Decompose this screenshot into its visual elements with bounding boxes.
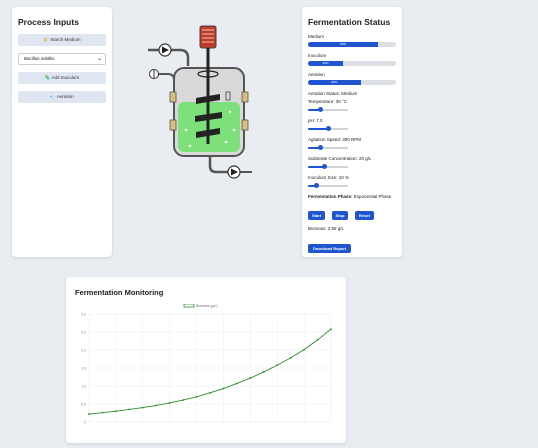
starch-icon: 🌾	[43, 37, 50, 42]
data-point	[195, 395, 198, 398]
reset-button[interactable]: Reset	[354, 211, 374, 220]
data-point	[128, 408, 131, 411]
data-point	[168, 402, 171, 404]
inoculum-size-label: Inoculum Size: 10 %	[308, 175, 350, 180]
download-report-button[interactable]: Download Report	[308, 244, 352, 253]
phase-value: Exponential Phase	[353, 194, 392, 199]
legend-label: Biomass (g/L)	[196, 304, 218, 308]
inoculum-icon: 🦠	[44, 75, 51, 80]
data-point	[303, 348, 306, 351]
y-tick-label: 2.0	[81, 348, 86, 352]
fermentation-phase: Fermentation Phase: Exponential Phase	[308, 194, 396, 199]
biomass-series-line	[88, 328, 332, 415]
data-point	[209, 391, 211, 394]
temperature-label: Temperature: 30 °C	[308, 99, 348, 104]
inoculum-label: Inoculum	[308, 53, 327, 58]
agitation-slider[interactable]	[308, 145, 348, 151]
y-tick-label: 3.0	[81, 312, 86, 316]
medium-progress-fill: 80%	[308, 42, 379, 47]
process-inputs-panel: Process Inputs 🌾 Starch Medium Bacillus …	[12, 7, 112, 257]
agitation-label: Agitation Speed: 300 RPM	[308, 137, 362, 142]
ph-label: pH: 7.0	[308, 118, 323, 123]
inoculum-progress: 40%	[308, 61, 396, 66]
aeration-progress-fill: 60%	[308, 80, 361, 85]
y-tick-label: 0	[84, 420, 86, 424]
starch-medium-button[interactable]: 🌾 Starch Medium	[18, 34, 106, 46]
data-point	[262, 371, 265, 373]
process-inputs-title: Process Inputs	[18, 17, 79, 27]
data-point	[155, 404, 158, 407]
organism-select[interactable]: Bacillus subtilis ⌄	[18, 53, 106, 65]
medium-progress: 80%	[308, 42, 396, 47]
inoculum-size-slider[interactable]	[308, 183, 348, 189]
monitoring-title: Fermentation Monitoring	[75, 288, 164, 297]
y-tick-label: 0.5	[81, 402, 86, 406]
y-tick-label: 1.5	[81, 366, 86, 370]
y-tick-label: 1.0	[81, 384, 86, 388]
data-point	[222, 387, 225, 390]
biomass-chart: 0 0.5 1.0 1.5 2.0 2.5 3.0 Biomass (g/L)	[81, 304, 332, 424]
motor-icon	[199, 25, 217, 49]
phase-label: Fermentation Phase:	[308, 194, 353, 199]
data-point	[316, 339, 319, 341]
inoculum-progress-fill: 40%	[308, 61, 344, 66]
aeration-status-text: Aeration Status: Medium	[308, 91, 358, 96]
data-point	[182, 399, 185, 401]
add-inoculum-button[interactable]: 🦠 Add Inoculum	[18, 72, 106, 84]
data-point	[289, 357, 292, 359]
ph-slider[interactable]	[308, 126, 348, 132]
starch-medium-label: Starch Medium	[50, 37, 81, 42]
data-point	[114, 410, 117, 413]
stop-button[interactable]: Stop	[331, 211, 349, 220]
add-inoculum-label: Add Inoculum	[51, 75, 80, 80]
data-point	[330, 328, 332, 331]
data-point	[88, 413, 90, 415]
aeration-icon: 💨	[50, 94, 56, 99]
substrate-slider[interactable]	[308, 164, 348, 170]
substrate-label: Substrate Concentration: 20 g/L	[308, 156, 372, 161]
aeration-progress: 60%	[308, 80, 396, 85]
organism-select-value: Bacillus subtilis	[24, 56, 55, 61]
aeration-status-label: Aeration	[308, 72, 325, 77]
aeration-button[interactable]: 💨 Aeration	[18, 91, 106, 103]
fermentation-monitoring-panel: Fermentation Monitoring 0 0.5 1.0 1.5 2.0 2.5…	[66, 277, 346, 443]
legend-swatch	[183, 304, 195, 308]
y-tick-label: 2.5	[81, 330, 86, 334]
data-point	[276, 364, 279, 367]
bioreactor-diagram	[148, 25, 252, 179]
data-point	[141, 406, 144, 409]
data-point	[235, 382, 238, 385]
data-point	[101, 411, 104, 414]
temperature-slider[interactable]	[308, 107, 348, 113]
medium-label: Medium	[308, 34, 325, 39]
chevron-down-icon: ⌄	[96, 56, 102, 62]
aeration-label: Aeration	[56, 94, 74, 99]
fermentation-status-panel: Fermentation Status Medium 80% Inoculum …	[302, 7, 402, 257]
data-point	[249, 377, 252, 379]
biomass-label: Biomass: 2.58 g/L	[308, 226, 345, 231]
fermentation-status-title: Fermentation Status	[308, 17, 391, 27]
start-button[interactable]: Start	[308, 211, 326, 220]
